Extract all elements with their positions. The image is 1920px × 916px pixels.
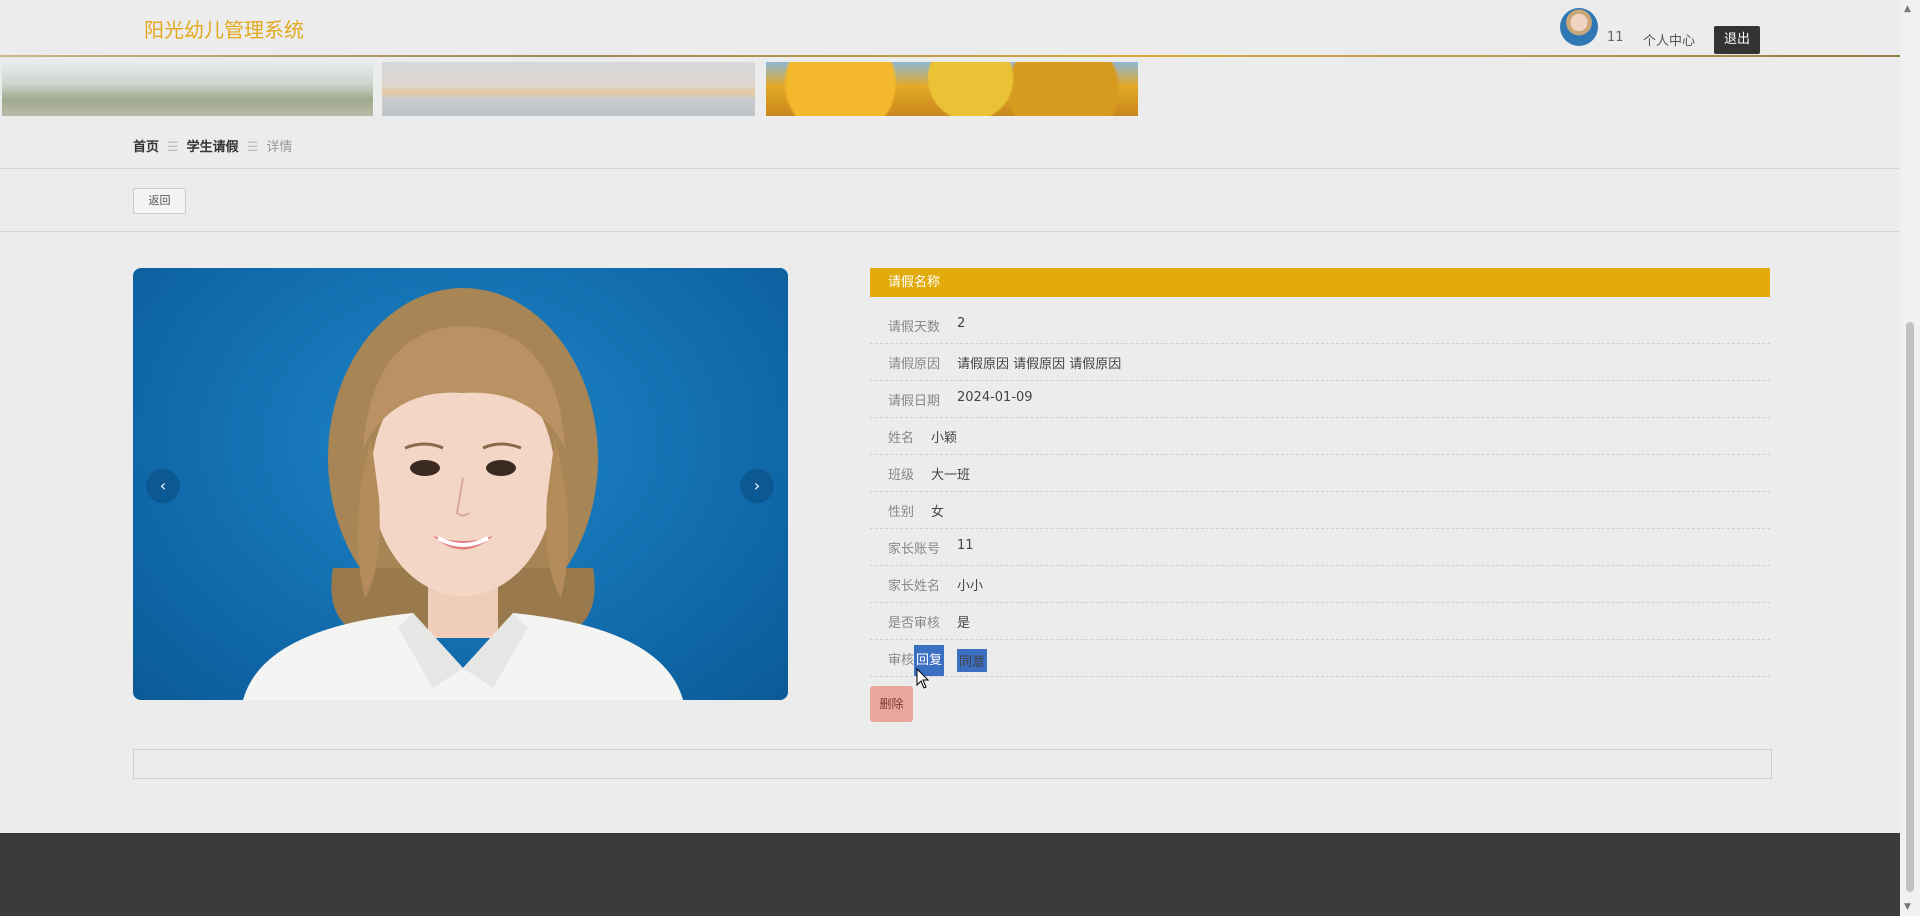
detail-label: 请假日期 [888,394,941,409]
detail-value-selected: 同意 [957,649,988,672]
detail-label: 请假天数 [888,320,941,335]
detail-row-class: 班级 大一班 [870,454,1770,492]
image-carousel [133,268,788,700]
detail-label: 班级 [888,468,915,483]
banner-image-autumn-trees [766,62,1138,116]
breadcrumb-separator-icon: ☰ [167,140,179,155]
carousel-next-icon[interactable]: › [740,469,774,503]
detail-row-leave-reason: 请假原因 请假原因 请假原因 请假原因 [870,343,1770,381]
scrollbar-thumb[interactable] [1906,322,1914,892]
scroll-up-icon[interactable]: ▲ [1904,4,1911,14]
breadcrumb-separator-icon: ☰ [246,140,259,155]
detail-value: 2024-01-09 [957,390,1033,405]
back-button[interactable]: 返回 [133,188,186,214]
detail-row-leave-date: 请假日期 2024-01-09 [870,380,1770,418]
divider [0,168,1900,169]
detail-label: 请假原因 [888,357,941,372]
detail-title: 请假名称 [870,268,1770,297]
detail-value: 大一班 [931,468,971,483]
detail-value: 小小 [957,579,984,594]
detail-label: 审核 回复 [888,645,945,676]
detail-label: 是否审核 [888,616,941,631]
logout-button[interactable]: 退出 [1714,26,1760,54]
detail-row-parent-name: 家长姓名 小小 [870,565,1770,603]
detail-value: 女 [931,505,945,520]
site-title[interactable]: 阳光幼儿管理系统 [144,14,304,43]
mouse-pointer-icon [916,668,930,689]
footer [0,833,1900,916]
carousel-prev-icon[interactable]: ‹ [146,469,180,503]
detail-value: 请假原因 请假原因 请假原因 [957,357,1122,372]
detail-label: 性别 [888,505,915,520]
detail-value: 小颖 [931,431,958,446]
banner-image-mountains [2,62,373,116]
header-divider [0,55,1900,57]
breadcrumb-section[interactable]: 学生请假 [187,140,239,155]
detail-label: 家长姓名 [888,579,941,594]
detail-label-part: 审核 [888,653,915,668]
breadcrumb-home[interactable]: 首页 [133,140,159,155]
delete-button[interactable]: 删除 [870,686,913,722]
detail-label: 姓名 [888,431,915,446]
scroll-down-icon[interactable]: ▼ [1904,902,1911,912]
profile-link[interactable]: 个人中心 [1643,30,1695,49]
breadcrumb-current: 详情 [266,140,293,155]
detail-row-parent-account: 家长账号 11 [870,528,1770,566]
user-name: 11 [1607,30,1624,45]
detail-value: 2 [957,316,966,331]
detail-value: 是 [957,616,971,631]
detail-row-reviewed: 是否审核 是 [870,602,1770,640]
student-photo [243,288,683,700]
user-avatar[interactable] [1560,8,1598,46]
breadcrumb: 首页 ☰ 学生请假 ☰ 详情 [133,136,292,155]
detail-row-name: 姓名 小颖 [870,417,1770,455]
detail-value: 11 [957,538,974,553]
detail-label: 家长账号 [888,542,941,557]
divider [0,231,1900,232]
detail-row-review-reply: 审核 回复 同意 [870,639,1770,677]
comment-input[interactable] [133,749,1772,779]
banner-image-sunset [382,62,755,116]
detail-row-leave-days: 请假天数 2 [870,306,1770,344]
detail-row-gender: 性别 女 [870,491,1770,529]
